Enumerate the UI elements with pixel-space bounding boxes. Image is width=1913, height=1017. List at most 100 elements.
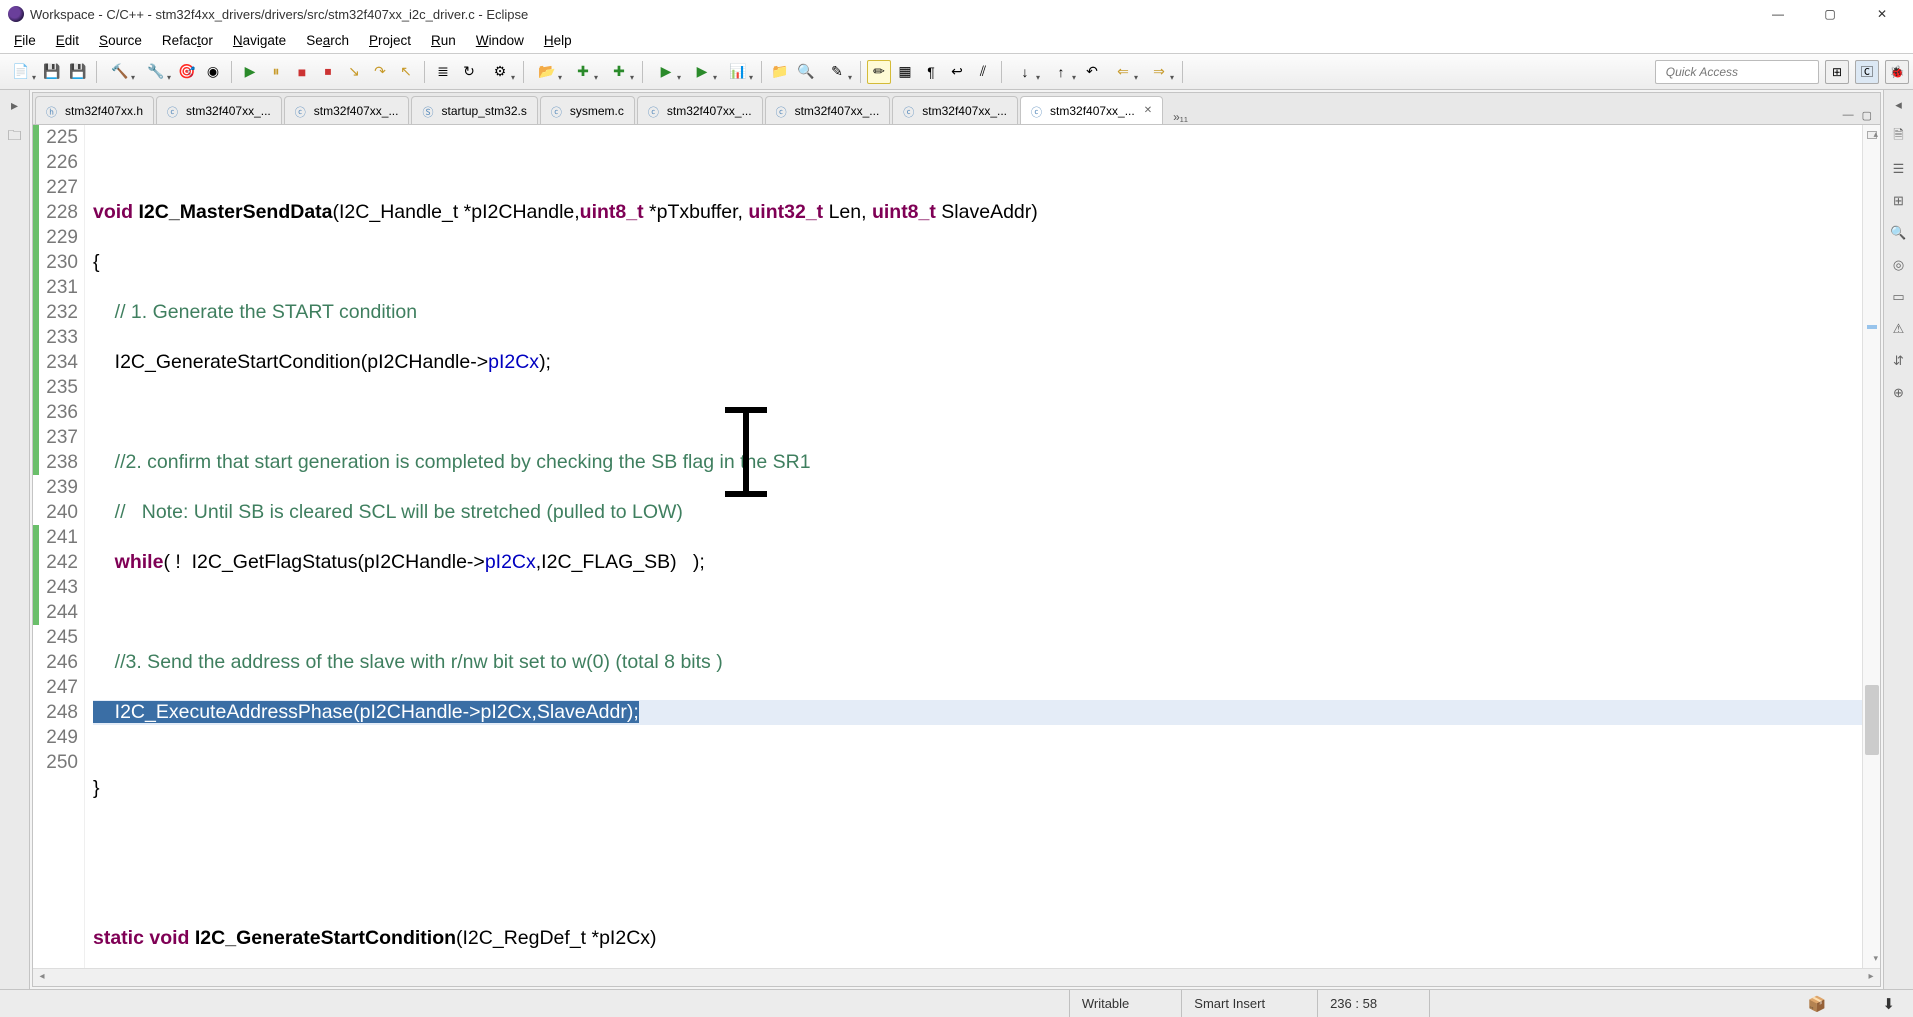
back-button[interactable]: ⇐ <box>1106 60 1140 84</box>
code-line[interactable]: // 1. Generate the START condition <box>93 300 1862 325</box>
horizontal-scrollbar[interactable]: ◂ ▸ <box>33 968 1880 986</box>
step-return-button[interactable]: ↖ <box>394 60 418 84</box>
menu-edit[interactable]: Edit <box>46 29 89 52</box>
restore-view-icon[interactable]: ▸ <box>6 96 24 114</box>
toggle-block-button[interactable]: ▦ <box>893 60 917 84</box>
open-type-button[interactable]: 📂 <box>530 60 564 84</box>
scroll-down-arrow[interactable]: ▾ <box>1873 953 1878 964</box>
minimize-editor-icon[interactable]: — <box>1841 107 1856 124</box>
code-line[interactable]: //2. confirm that start generation is co… <box>93 450 1862 475</box>
code-line[interactable] <box>93 400 1862 425</box>
toggle-highlight-button[interactable]: ✏ <box>867 60 891 84</box>
forward-button[interactable]: ⇒ <box>1142 60 1176 84</box>
next-annotation-button[interactable]: ↓ <box>1008 60 1042 84</box>
outline-view-icon[interactable]: 🗎 <box>1890 128 1908 146</box>
cpp-perspective-button[interactable]: 🄲 <box>1855 60 1879 84</box>
code-line[interactable]: { <box>93 250 1862 275</box>
step-over-button[interactable]: ↷ <box>368 60 392 84</box>
tab-startup-stm32[interactable]: Ⓢstartup_stm32.s <box>411 96 537 124</box>
tab-stm32f407xx-4[interactable]: ⓒstm32f407xx_... <box>765 96 891 124</box>
open-task-button[interactable]: 📁 <box>768 60 792 84</box>
code-line[interactable] <box>93 150 1862 175</box>
restart-button[interactable]: ↻ <box>457 60 481 84</box>
step-into-button[interactable]: ↘ <box>342 60 366 84</box>
code-line[interactable]: // Note: Until SB is cleared SCL will be… <box>93 500 1862 525</box>
code-line[interactable] <box>93 876 1862 901</box>
status-build-icon[interactable]: 📦 <box>1800 995 1835 1013</box>
build-target-button[interactable]: 🎯 <box>175 60 199 84</box>
new-package-button[interactable]: ✚ <box>602 60 636 84</box>
debug-stop-button[interactable]: ■ <box>290 60 314 84</box>
search-view-icon[interactable]: 🔍 <box>1890 224 1908 242</box>
tab-stm32f407xx-3[interactable]: ⓒstm32f407xx_... <box>637 96 763 124</box>
include-browser-icon[interactable]: ⊕ <box>1890 384 1908 402</box>
quick-access-input[interactable]: Quick Access <box>1655 60 1819 84</box>
debug-pause-button[interactable]: ⏸ <box>264 60 288 84</box>
menu-refactor[interactable]: Refactor <box>152 29 223 52</box>
code-line[interactable]: I2C_GenerateStartCondition(pI2CHandle->p… <box>93 350 1862 375</box>
save-all-button[interactable]: 💾 <box>66 60 90 84</box>
coverage-button[interactable]: ▶ <box>685 60 719 84</box>
tab-overflow-button[interactable]: »₁₁ <box>1165 110 1196 124</box>
toggle-breadcrumb-button[interactable]: ⫽ <box>971 60 995 84</box>
code-editor[interactable]: 2252262272282292302312322332342352362372… <box>33 125 1880 968</box>
menu-run[interactable]: Run <box>421 29 466 52</box>
code-line[interactable] <box>93 600 1862 625</box>
open-perspective-button[interactable]: ⊞ <box>1825 60 1849 84</box>
debug-disconnect-button[interactable]: ⏹ <box>316 60 340 84</box>
console-view-icon[interactable]: ▭ <box>1890 288 1908 306</box>
show-whitespace-button[interactable]: ¶ <box>919 60 943 84</box>
close-tab-icon[interactable]: ✕ <box>1144 105 1152 116</box>
launch-mode-button[interactable]: ⚙ <box>483 60 517 84</box>
code-line-current[interactable]: I2C_ExecuteAddressPhase(pI2CHandle->pI2C… <box>93 700 1862 725</box>
menu-search[interactable]: Search <box>296 29 359 52</box>
new-button[interactable]: 📄 <box>4 60 38 84</box>
call-hierarchy-icon[interactable]: ⇵ <box>1890 352 1908 370</box>
code-line[interactable]: //3. Send the address of the slave with … <box>93 650 1862 675</box>
scroll-left-arrow[interactable]: ◂ <box>33 971 51 985</box>
code-line[interactable] <box>93 726 1862 751</box>
code-line[interactable]: void I2C_MasterSendData(I2C_Handle_t *pI… <box>93 200 1862 225</box>
toggle-word-wrap-button[interactable]: ↩ <box>945 60 969 84</box>
debug-perspective-button[interactable]: 🐞 <box>1885 60 1909 84</box>
close-button[interactable]: ✕ <box>1859 2 1905 26</box>
tab-sysmem-c[interactable]: ⓒsysmem.c <box>540 96 635 124</box>
menu-navigate[interactable]: Navigate <box>223 29 296 52</box>
menu-window[interactable]: Window <box>466 29 534 52</box>
tab-stm32f407xx-h[interactable]: ⓗstm32f407xx.h <box>35 96 154 124</box>
code-content[interactable]: void I2C_MasterSendData(I2C_Handle_t *pI… <box>85 125 1862 968</box>
tab-stm32f407xx-2[interactable]: ⓒstm32f407xx_... <box>284 96 410 124</box>
debug-resume-button[interactable]: ▶ <box>238 60 262 84</box>
project-explorer-icon[interactable]: 🗀 <box>6 128 24 146</box>
status-updates-icon[interactable]: ⬇ <box>1874 995 1903 1013</box>
vertical-scroll-thumb[interactable] <box>1865 685 1879 755</box>
tab-stm32f407xx-5[interactable]: ⓒstm32f407xx_... <box>892 96 1018 124</box>
last-edit-button[interactable]: ↶ <box>1080 60 1104 84</box>
tab-stm32f407xx-active[interactable]: ⓒstm32f407xx_...✕ <box>1020 96 1163 124</box>
menu-help[interactable]: Help <box>534 29 582 52</box>
be-view-icon[interactable]: ⊞ <box>1890 192 1908 210</box>
run-button[interactable]: ▶ <box>649 60 683 84</box>
instruction-step-button[interactable]: ≣ <box>431 60 455 84</box>
maximize-button[interactable]: ▢ <box>1807 2 1853 26</box>
minimize-button[interactable]: — <box>1755 2 1801 26</box>
scroll-right-arrow[interactable]: ▸ <box>1862 971 1880 985</box>
menu-project[interactable]: Project <box>359 29 421 52</box>
task-list-icon[interactable]: ☰ <box>1890 160 1908 178</box>
menu-source[interactable]: Source <box>89 29 152 52</box>
tab-stm32f407xx-1[interactable]: ⓒstm32f407xx_... <box>156 96 282 124</box>
build-button[interactable]: 🔨 <box>103 60 137 84</box>
target-view-icon[interactable]: ◎ <box>1890 256 1908 274</box>
search-button[interactable]: 🔍 <box>794 60 818 84</box>
restore-right-icon[interactable]: ◂ <box>1890 96 1908 114</box>
scroll-up-arrow[interactable]: ▴ <box>1873 129 1878 140</box>
maximize-editor-icon[interactable]: ▢ <box>1860 107 1874 124</box>
overview-ruler[interactable]: ▴ ▾ <box>1862 125 1880 968</box>
code-line[interactable] <box>93 826 1862 851</box>
code-line[interactable]: } <box>93 776 1862 801</box>
menu-file[interactable]: File <box>4 29 46 52</box>
profile-button[interactable]: 📊 <box>721 60 755 84</box>
toggle-mark-button[interactable]: ◉ <box>201 60 225 84</box>
problems-view-icon[interactable]: ⚠ <box>1890 320 1908 338</box>
build-config-button[interactable]: 🔧 <box>139 60 173 84</box>
